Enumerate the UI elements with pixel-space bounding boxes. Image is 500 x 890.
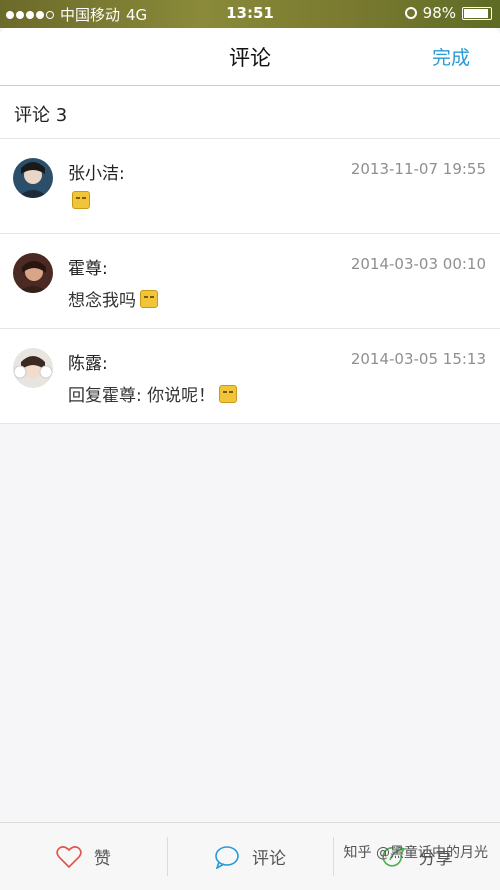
- heart-icon: [56, 845, 82, 868]
- comment-item[interactable]: 霍尊: 2014-03-03 00:10 想念我吗: [0, 234, 500, 329]
- comment-label: 评论: [252, 849, 286, 869]
- orientation-lock-icon: [404, 7, 417, 19]
- comment-author[interactable]: 霍尊:: [68, 254, 108, 279]
- comment-item[interactable]: 陈露: 2014-03-05 15:13 回复霍尊: 你说呢！: [0, 329, 500, 424]
- comment-text: 回复霍尊: 你说呢！: [68, 381, 238, 406]
- avatar[interactable]: [13, 158, 53, 198]
- like-tab[interactable]: 赞: [0, 823, 167, 890]
- battery-percent: 98%: [422, 4, 456, 22]
- comment-text-content: 回复霍尊: 你说呢！: [68, 386, 216, 406]
- avatar[interactable]: [13, 348, 53, 388]
- comment-time: 2014-03-05 15:13: [350, 350, 486, 368]
- comment-time: 2014-03-03 00:10: [350, 255, 486, 273]
- done-button[interactable]: 完成: [432, 43, 470, 70]
- comment-author[interactable]: 张小洁:: [68, 159, 125, 184]
- speech-bubble-icon: [215, 845, 239, 869]
- comment-tab[interactable]: 评论: [166, 823, 334, 890]
- comment-item[interactable]: 张小洁: 2013-11-07 19:55: [0, 139, 500, 234]
- comment-count: 评论 3: [14, 105, 68, 126]
- status-bar: 中国移动 4G 13:51 98%: [0, 0, 500, 28]
- comment-count-header: 评论 3: [0, 86, 500, 139]
- smiling-face-icon: [219, 384, 238, 403]
- smiling-face-icon: [72, 191, 90, 209]
- page-title: 评论: [229, 46, 271, 70]
- nav-bar: 评论 完成: [0, 28, 500, 86]
- comment-time: 2013-11-07 19:55: [350, 160, 486, 178]
- like-label: 赞: [93, 849, 111, 869]
- grinning-face-icon: [140, 289, 158, 308]
- status-right: 98%: [404, 4, 492, 22]
- avatar[interactable]: [13, 253, 53, 293]
- battery-icon: [462, 6, 492, 20]
- comment-author[interactable]: 陈露:: [68, 349, 108, 374]
- comment-text: [68, 191, 90, 209]
- comment-text-content: 想念我吗: [68, 291, 136, 311]
- watermark: 知乎 @黑童话中的月光: [343, 845, 488, 861]
- comment-text: 想念我吗: [68, 286, 158, 311]
